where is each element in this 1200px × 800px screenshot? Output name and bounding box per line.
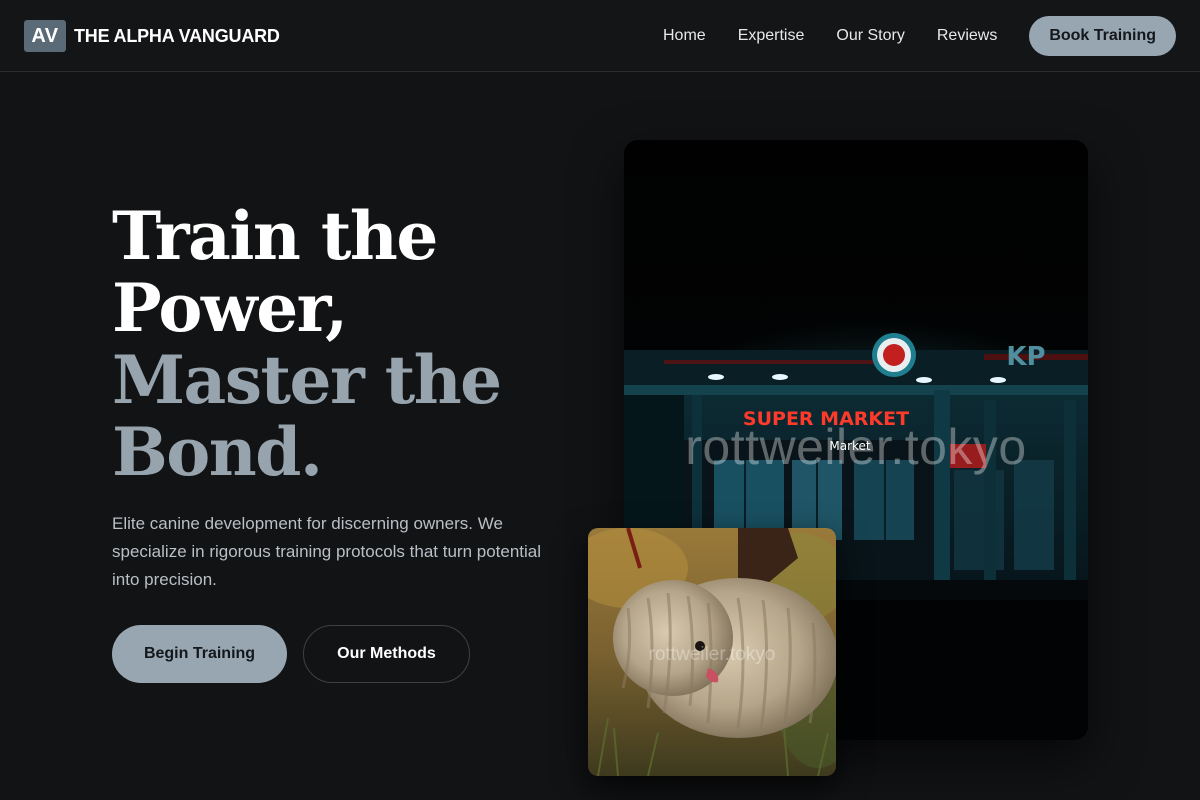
nav-links: Home Expertise Our Story Reviews Book Tr… [663, 0, 1176, 72]
hero-description: Elite canine development for discerning … [112, 514, 542, 589]
inset-photo-watermark: rottweiler.tokyo [648, 644, 776, 665]
corner-sign: KP [1006, 342, 1045, 372]
top-navigation: AV THE ALPHA VANGUARD Home Expertise Our… [0, 0, 1200, 72]
headline-line-3: Master the [112, 341, 502, 419]
begin-training-button[interactable]: Begin Training [112, 625, 287, 683]
our-methods-button[interactable]: Our Methods [303, 625, 470, 683]
headline-line-1: Train the [112, 197, 438, 275]
hero-inset-photo: rottweiler.tokyo [588, 528, 836, 776]
main-photo-watermark: rottweiler.tokyo [685, 419, 1027, 475]
nav-link-our-story[interactable]: Our Story [836, 27, 904, 45]
book-training-button[interactable]: Book Training [1029, 16, 1176, 56]
nav-link-reviews[interactable]: Reviews [937, 27, 997, 45]
brand-name[interactable]: THE ALPHA VANGUARD [74, 26, 280, 47]
hero-headline: Train the Power, Master the Bond. [112, 200, 582, 488]
headline-line-2: Power, [112, 269, 348, 347]
brand-logo[interactable]: AV [24, 20, 66, 52]
nav-link-expertise[interactable]: Expertise [738, 27, 805, 45]
nav-link-home[interactable]: Home [663, 27, 706, 45]
headline-line-4: Bond. [112, 413, 323, 491]
brand[interactable]: AV THE ALPHA VANGUARD [24, 20, 280, 52]
